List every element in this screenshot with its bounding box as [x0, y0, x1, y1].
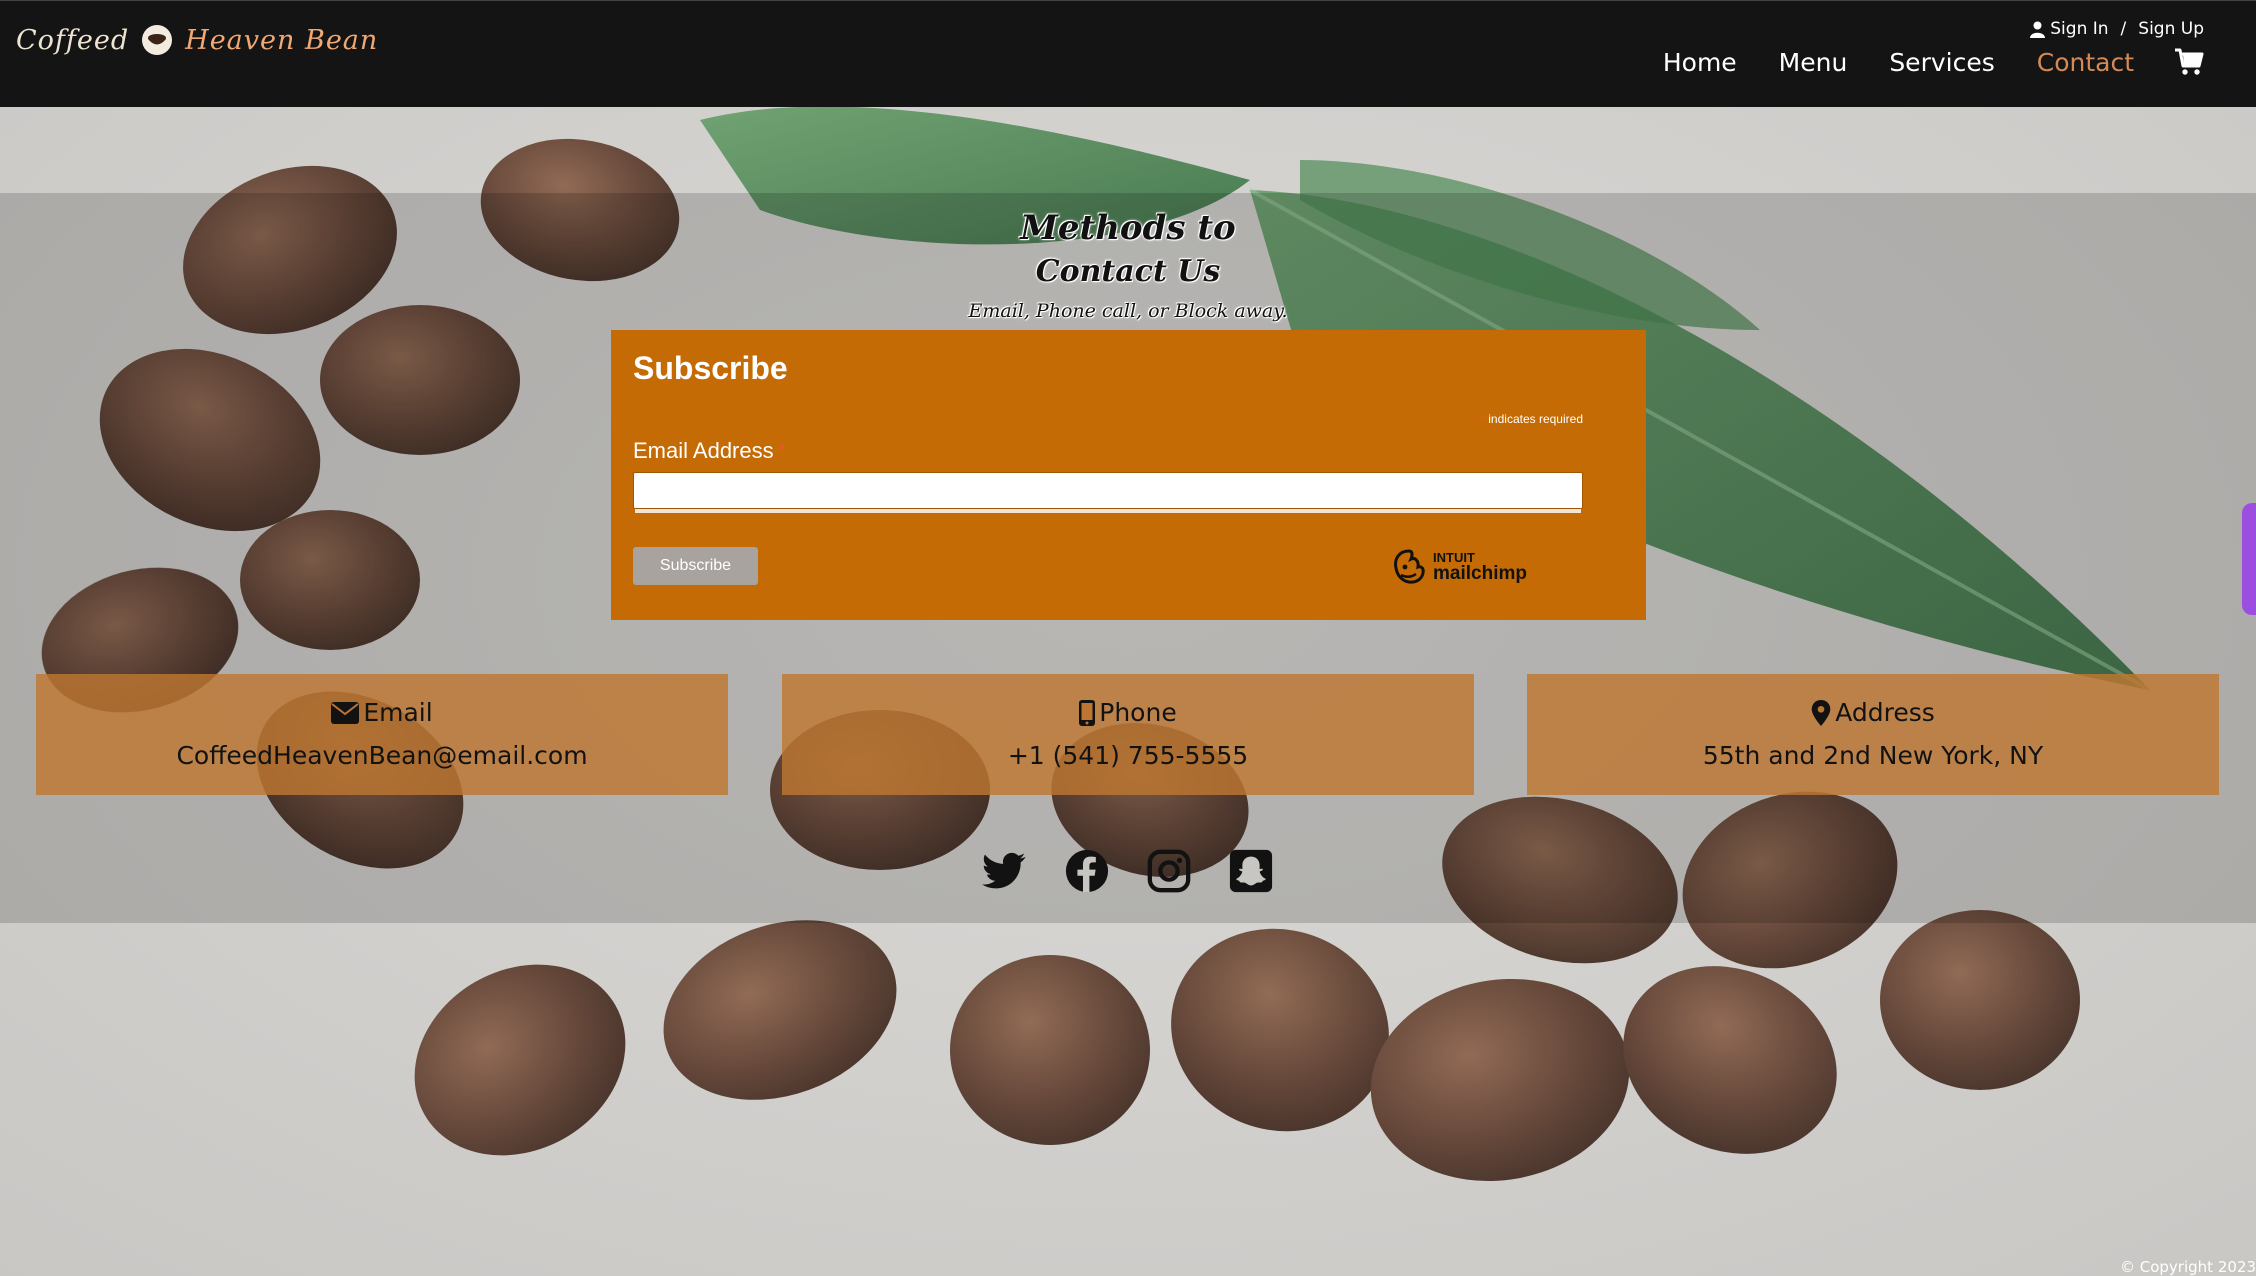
brand-logo[interactable]: Coffeed Heaven Bean [16, 15, 378, 65]
top-navbar: Coffeed Heaven Bean Sign In / Sign Up Ho… [0, 0, 2256, 107]
coffee-cup-icon [142, 25, 173, 55]
phone-card-value[interactable]: +1 (541) 755-5555 [782, 741, 1474, 770]
instagram-icon[interactable] [1146, 848, 1192, 894]
facebook-icon[interactable] [1064, 848, 1110, 894]
mailchimp-logo-icon [1394, 549, 1425, 584]
subscribe-form: Subscribe * indicates required Email Add… [611, 330, 1646, 620]
auth-separator: / [2120, 19, 2127, 39]
phone-card: Phone +1 (541) 755-5555 [782, 674, 1474, 795]
side-feedback-tab[interactable] [2242, 503, 2256, 615]
email-card: Email CoffeedHeavenBean@email.com [36, 674, 728, 795]
envelope-icon [331, 701, 360, 724]
required-asterisk: * [1480, 412, 1485, 426]
address-card: Address 55th and 2nd New York, NY [1527, 674, 2219, 795]
nav-services[interactable]: Services [1889, 48, 1994, 77]
required-asterisk: * [777, 438, 787, 463]
sign-in-label: Sign In [2050, 19, 2109, 39]
form-title: Subscribe [633, 350, 788, 386]
mailchimp-badge[interactable]: INTUIT mailchimp [1391, 548, 1527, 586]
address-card-label: Address [1835, 698, 1935, 727]
sign-up-link[interactable]: Sign Up [2138, 19, 2204, 39]
brand-name-part1: Coffeed [16, 24, 130, 56]
map-pin-icon [1811, 699, 1831, 726]
required-note: * indicates required [1480, 412, 1583, 426]
social-links [982, 848, 1274, 894]
mobile-phone-icon [1079, 699, 1096, 726]
email-label: Email Address * [633, 438, 786, 464]
shopping-cart-icon[interactable] [2174, 47, 2204, 77]
email-card-value[interactable]: CoffeedHeavenBean@email.com [36, 741, 728, 770]
snapchat-icon[interactable] [1228, 848, 1274, 894]
twitter-icon[interactable] [982, 848, 1028, 894]
page-subtitle: Email, Phone call, or Block away. [968, 300, 1288, 322]
user-icon [2030, 21, 2046, 38]
phone-card-label: Phone [1099, 698, 1177, 727]
badge-line2: mailchimp [1433, 563, 1527, 584]
subscribe-button[interactable]: Subscribe [633, 547, 758, 585]
required-note-text: indicates required [1488, 412, 1583, 426]
auth-links: Sign In / Sign Up [2030, 19, 2204, 39]
brand-name-part2: Heaven Bean [185, 24, 379, 56]
page-title-line2: Contact Us [1035, 254, 1221, 289]
page-title: Methods to [1020, 208, 1236, 248]
nav-menu[interactable]: Menu [1779, 48, 1848, 77]
address-card-value[interactable]: 55th and 2nd New York, NY [1527, 741, 2219, 770]
nav-home[interactable]: Home [1663, 48, 1737, 77]
email-input[interactable] [633, 472, 1583, 509]
main-nav: Home Menu Services Contact [1663, 47, 2204, 77]
email-card-label: Email [363, 698, 433, 727]
nav-contact[interactable]: Contact [2037, 48, 2134, 77]
email-label-text: Email Address [633, 438, 774, 463]
sign-in-link[interactable]: Sign In [2030, 19, 2109, 39]
copyright-text: © Copyright 2023 [2119, 1258, 2256, 1276]
